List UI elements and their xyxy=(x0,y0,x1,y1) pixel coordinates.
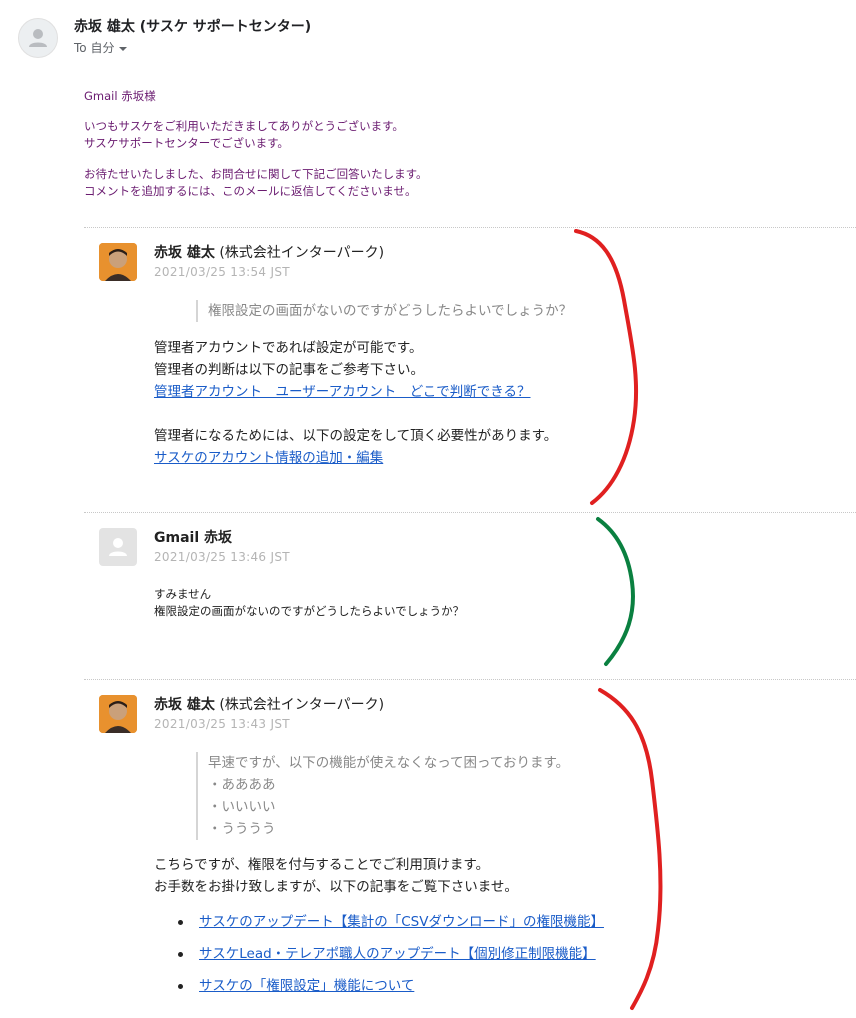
recipient-dropdown[interactable]: To 自分 xyxy=(74,39,128,56)
list-item: サスケの「権限設定」機能について xyxy=(178,974,414,994)
intro-line: お待たせいたしました、お問合せに関して下記ご回答いたします。 xyxy=(84,167,428,181)
profile-photo xyxy=(99,243,137,281)
intro-line: コメントを追加するには、このメールに返信してくださいませ。 xyxy=(84,184,417,198)
comment-body: こちらですが、権限を付与することでご利用頂けます。 お手数をお掛け致しますが、以… xyxy=(154,857,518,895)
article-link-admin-account[interactable]: 管理者アカウント ユーザーアカウント どこで判断できる？ xyxy=(154,384,531,400)
profile-photo xyxy=(99,695,137,733)
list-item: サスケのアップデート【集計の「CSVダウンロード」の権限機能】 xyxy=(178,910,604,930)
article-link-permission[interactable]: サスケの「権限設定」機能について xyxy=(199,978,414,994)
person-icon xyxy=(29,29,47,47)
divider xyxy=(84,512,856,513)
sender-avatar[interactable] xyxy=(18,18,58,58)
green-bracket-annotation xyxy=(596,517,635,666)
commenter-avatar xyxy=(99,528,137,566)
comment-timestamp: 2021/03/25 13:54 JST xyxy=(154,265,290,279)
red-bracket-annotation xyxy=(574,229,639,505)
chevron-down-icon xyxy=(119,46,128,51)
article-link-lead[interactable]: サスケLead・テレアポ職人のアップデート【個別修正制限機能】 xyxy=(199,946,596,962)
recipient-label: To 自分 xyxy=(74,41,115,55)
quoted-text: 早速ですが、以下の機能が使えなくなって困っております。 ・ああああ ・いいいい … xyxy=(196,752,569,840)
commenter-name: 赤坂 雄太 (株式会社インターパーク) xyxy=(154,697,385,713)
divider xyxy=(84,227,856,228)
quoted-text: 権限設定の画面がないのですがどうしたらよいでしょうか？ xyxy=(196,300,572,322)
comment-body: 管理者アカウントであれば設定が可能です。 管理者の判断は以下の記事をご参考下さい… xyxy=(154,340,558,466)
article-link-account-edit[interactable]: サスケのアカウント情報の追加・編集 xyxy=(154,450,383,466)
commenter-avatar xyxy=(99,243,137,281)
red-bracket-annotation xyxy=(598,688,663,1010)
person-icon xyxy=(109,538,127,556)
comment-body: すみません 権限設定の画面がないのですがどうしたらよいでしょうか？ xyxy=(154,587,465,618)
commenter-name: 赤坂 雄太 (株式会社インターパーク) xyxy=(154,245,385,261)
bullet-icon xyxy=(178,919,183,925)
sender-name: 赤坂 雄太 (サスケ サポートセンター) xyxy=(74,19,312,35)
commenter-name: Gmail 赤坂 xyxy=(154,530,232,546)
commenter-avatar xyxy=(99,695,137,733)
list-item: サスケLead・テレアポ職人のアップデート【個別修正制限機能】 xyxy=(178,942,596,962)
intro-line: いつもサスケをご利用いただきましてありがとうございます。 xyxy=(84,119,404,133)
article-link-csv[interactable]: サスケのアップデート【集計の「CSVダウンロード」の権限機能】 xyxy=(199,914,604,930)
bullet-icon xyxy=(178,951,183,957)
bullet-icon xyxy=(178,983,183,989)
intro-line: サスケサポートセンターでございます。 xyxy=(84,136,289,150)
divider xyxy=(84,679,856,680)
greeting: Gmail 赤坂様 xyxy=(84,89,156,103)
comment-timestamp: 2021/03/25 13:43 JST xyxy=(154,717,290,731)
comment-timestamp: 2021/03/25 13:46 JST xyxy=(154,550,290,564)
